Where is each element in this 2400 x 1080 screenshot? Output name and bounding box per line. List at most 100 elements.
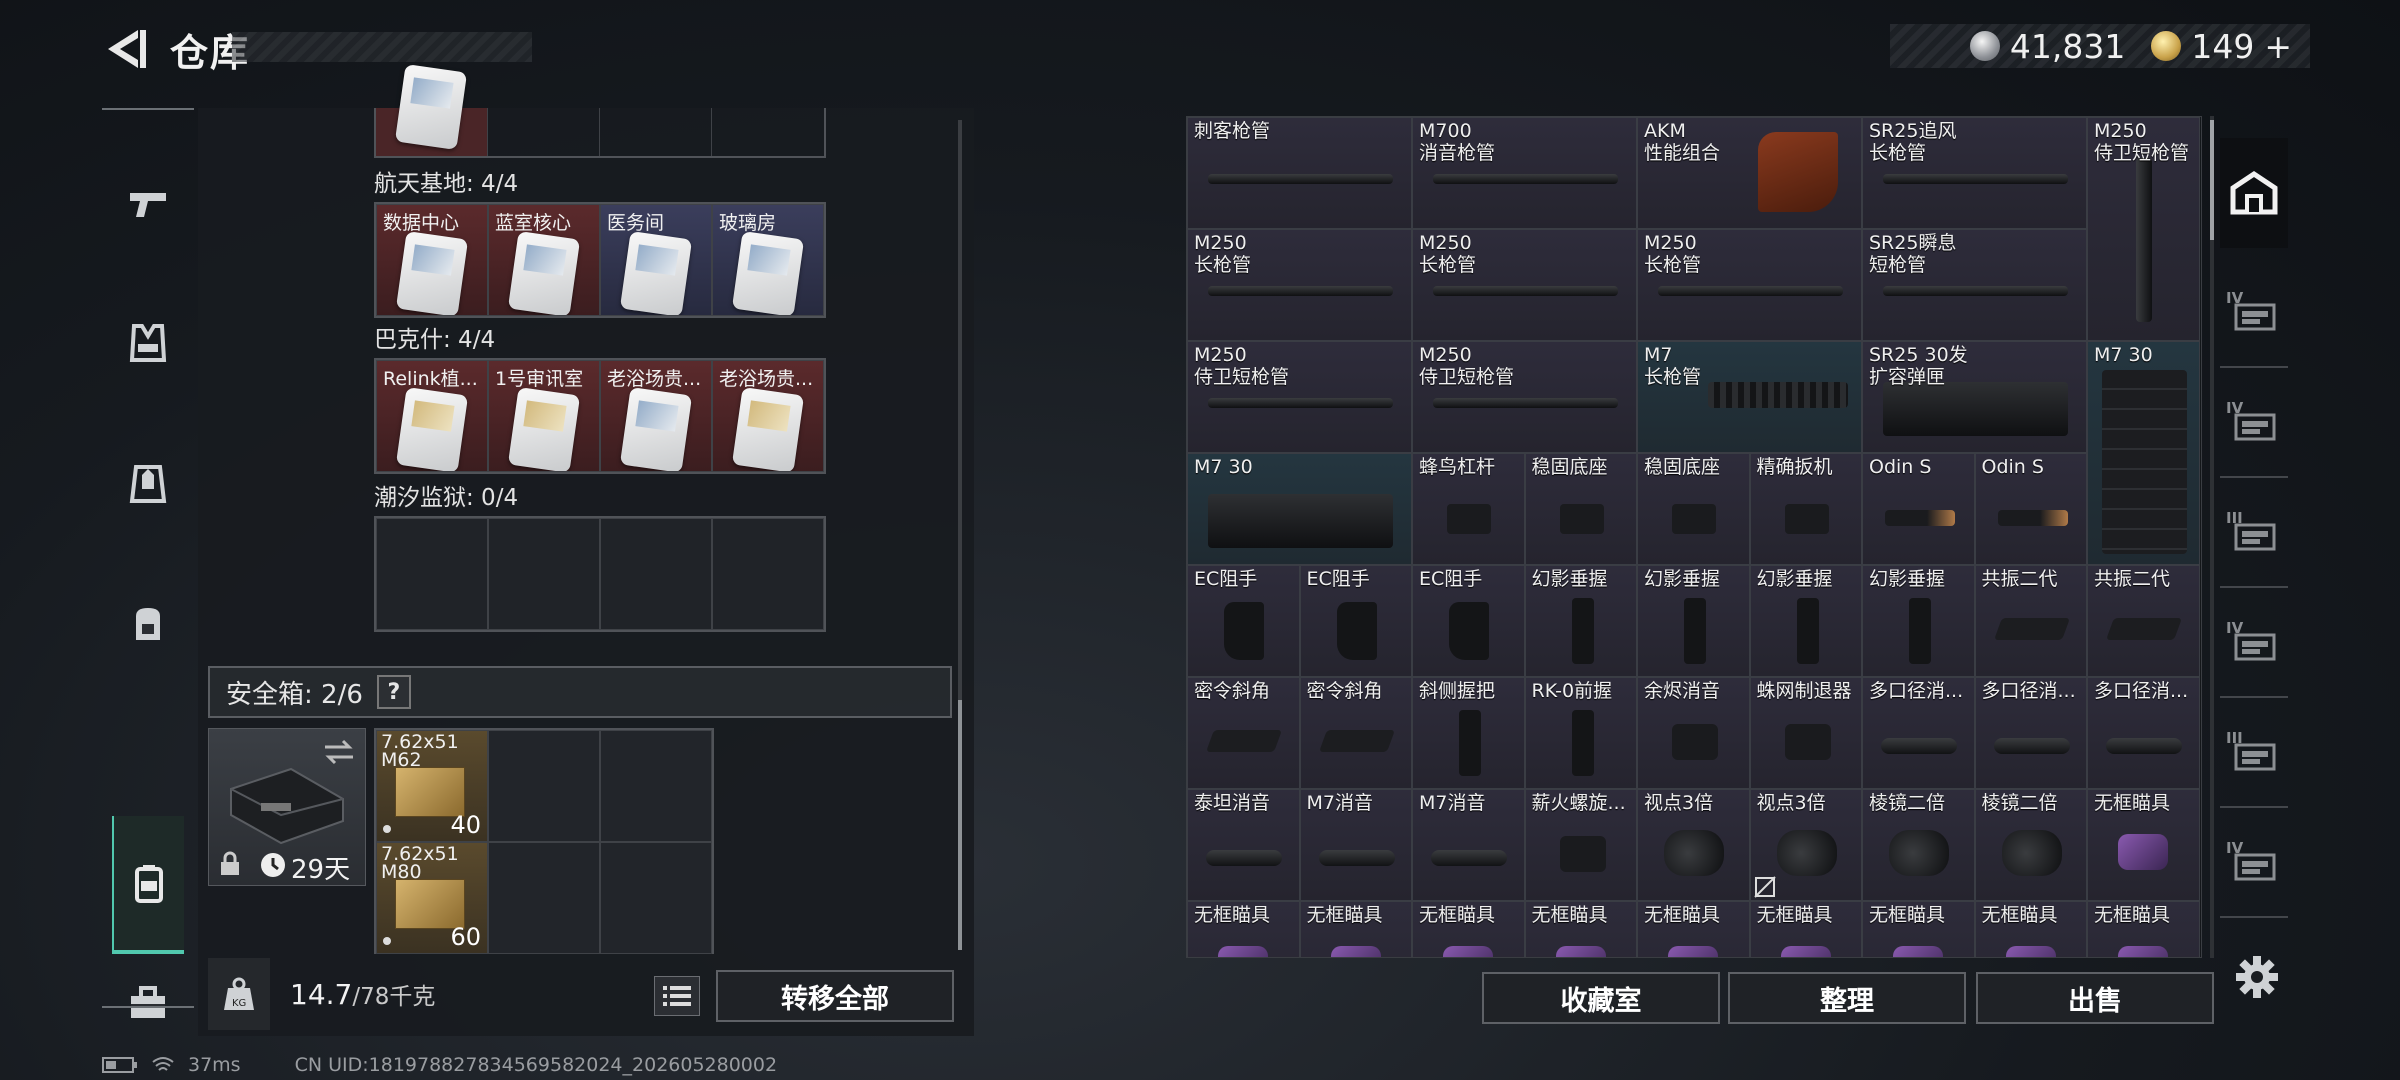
inventory-item[interactable]: M7 30 [1187,453,1412,565]
inventory-item[interactable]: 无框瞄具 [1637,901,1750,957]
inventory-item[interactable]: Odin S [1974,453,2087,565]
safe-case-slot[interactable]: 29天 [208,728,366,886]
inventory-item[interactable]: M250 侍卫短枪管 [1412,341,1637,453]
inventory-item[interactable]: 棱镜二倍 [1862,789,1975,901]
inventory-item[interactable]: 蜂鸟杠杆 [1412,453,1525,565]
inventory-item[interactable]: 泰坦消音 [1187,789,1300,901]
sidebar-item-toolbox[interactable] [102,968,194,1038]
ammo-item[interactable]: 7.62x51 M80 60 [376,842,488,954]
sidebar-item-backpack[interactable] [102,588,194,658]
inventory-item[interactable]: 视点3倍 [1637,789,1750,901]
inventory-item[interactable]: M7 长枪管 [1637,341,1862,453]
keycard-slot[interactable]: 数据中心 [376,204,488,316]
sidebar-item-pistol[interactable] [102,168,194,238]
inventory-item[interactable]: M250 长枪管 [1637,229,1862,341]
inventory-item[interactable]: 密令斜角 [1299,677,1412,789]
inventory-item[interactable]: 幻影垂握 [1749,565,1862,677]
sidebar-item-armor[interactable] [102,448,194,518]
inventory-item[interactable]: 无框瞄具 [1412,901,1525,957]
keycard-slot[interactable]: 1号审讯室 [488,360,600,472]
inventory-item[interactable]: 幻影垂握 [1862,565,1975,677]
inventory-item[interactable]: M250 长枪管 [1412,229,1637,341]
inventory-item[interactable]: 刺客枪管 [1187,117,1412,229]
keycard-slot[interactable]: 老浴场贵... [600,360,712,472]
inventory-item[interactable]: SR25 30发 扩容弹匣 [1862,341,2087,453]
inventory-item[interactable]: 无框瞄具 [1862,901,1975,957]
list-view-button[interactable] [654,976,700,1016]
storage-tab[interactable]: IV [2220,588,2288,698]
inventory-item[interactable]: 多口径消... [2087,677,2200,789]
settings-gear-icon[interactable] [2232,952,2282,1002]
add-currency-button[interactable]: + [2264,27,2292,66]
inventory-item[interactable]: 密令斜角 [1187,677,1300,789]
keycard-slot[interactable]: 玻璃房 [712,204,824,316]
storage-tab[interactable]: III [2220,478,2288,588]
storage-tab[interactable]: III [2220,698,2288,808]
help-button[interactable]: ? [376,675,411,709]
keycard-slot[interactable]: Relink植... [376,360,488,472]
keycard-slot[interactable]: 老浴场贵... [712,360,824,472]
keycard-slot[interactable]: 医务间 [600,204,712,316]
safe-slot[interactable] [488,730,600,842]
keycard-slot[interactable] [600,108,712,156]
organize-button[interactable]: 整理 [1728,972,1966,1024]
inventory-item[interactable]: EC阻手 [1412,565,1525,677]
inventory-item[interactable]: EC阻手 [1299,565,1412,677]
inventory-item[interactable]: 共振二代 [1974,565,2087,677]
storage-tab[interactable]: IV [2220,258,2288,368]
inventory-item[interactable]: 幻影垂握 [1637,565,1750,677]
inventory-item[interactable]: 余烬消音 [1637,677,1750,789]
inventory-item[interactable]: 多口径消... [1974,677,2087,789]
inventory-item[interactable]: 稳固底座 [1524,453,1637,565]
storage-tab[interactable]: IV [2220,368,2288,478]
inventory-item[interactable]: 蛛网制退器 [1749,677,1862,789]
keycard-slot[interactable] [712,518,824,630]
inventory-item[interactable]: 斜侧握把 [1412,677,1525,789]
inventory-item[interactable]: 无框瞄具 [1749,901,1862,957]
safe-slot[interactable] [600,730,712,842]
sidebar-item-vest[interactable] [102,308,194,378]
transfer-all-button[interactable]: 转移全部 [716,970,954,1022]
inventory-item[interactable]: M7消音 [1412,789,1525,901]
sell-button[interactable]: 出售 [1976,972,2214,1024]
inventory-item[interactable]: EC阻手 [1187,565,1300,677]
safe-slot[interactable] [600,842,712,954]
collection-room-button[interactable]: 收藏室 [1482,972,1720,1024]
inventory-item[interactable]: 无框瞄具 [1524,901,1637,957]
scrollbar-thumb[interactable] [2210,120,2214,240]
inventory-item[interactable]: RK-0前握 [1524,677,1637,789]
inventory-item[interactable]: 精确扳机 [1749,453,1862,565]
inventory-item[interactable]: 无框瞄具 [2087,789,2200,901]
inventory-item[interactable]: M250 侍卫短枪管 [1187,341,1412,453]
keycard-slot[interactable]: 蓝室核心 [488,204,600,316]
scrollbar-thumb[interactable] [958,700,962,950]
inventory-item[interactable]: 多口径消... [1862,677,1975,789]
inventory-item[interactable]: SR25追风 长枪管 [1862,117,2087,229]
safe-slot[interactable] [488,842,600,954]
inventory-item[interactable]: M7消音 [1299,789,1412,901]
keycard-slot[interactable] [488,518,600,630]
keycard-slot[interactable] [376,64,488,156]
inventory-item[interactable]: AKM 性能组合 [1637,117,1862,229]
inventory-item[interactable]: 稳固底座 [1637,453,1750,565]
inventory-item[interactable]: M250 侍卫短枪管 [2087,117,2200,341]
inventory-item[interactable]: 无框瞄具 [1974,901,2087,957]
ammo-item[interactable]: 7.62x51 M62 40 [376,730,488,842]
keycard-slot[interactable] [488,108,600,156]
scrollbar-track[interactable] [2210,116,2214,958]
inventory-item[interactable]: 薪火螺旋... [1524,789,1637,901]
sidebar-item-safe-case[interactable] [112,816,184,954]
keycard-slot[interactable] [376,518,488,630]
inventory-item[interactable]: M7 30 [2087,341,2200,565]
inventory-item[interactable]: 无框瞄具 [1299,901,1412,957]
inventory-item[interactable]: 共振二代 [2087,565,2200,677]
inventory-item[interactable]: 无框瞄具 [1187,901,1300,957]
keycard-slot[interactable] [712,108,824,156]
back-button[interactable] [100,24,150,74]
inventory-item[interactable]: Odin S [1862,453,1975,565]
inventory-item[interactable]: 无框瞄具 [2087,901,2200,957]
storage-tab[interactable] [2220,138,2288,248]
inventory-item[interactable]: SR25瞬息 短枪管 [1862,229,2087,341]
keycard-slot[interactable] [600,518,712,630]
inventory-item[interactable]: 棱镜二倍 [1974,789,2087,901]
